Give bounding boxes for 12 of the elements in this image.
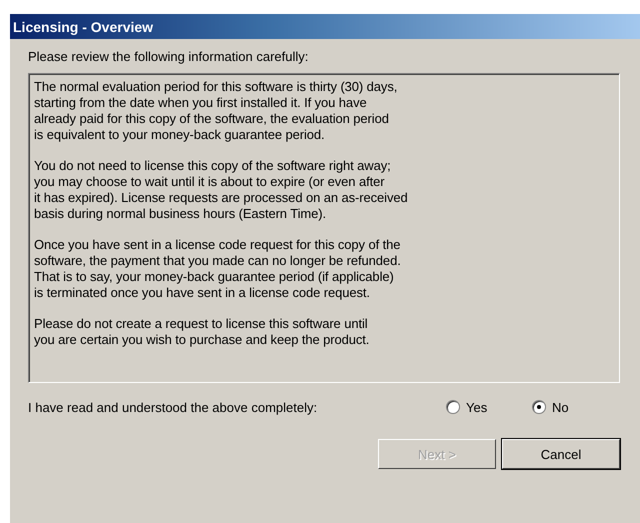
dialog-button[interactable]: Cancel <box>502 439 620 469</box>
radio-icon[interactable] <box>532 400 546 414</box>
question-text: I have read and understood the above completely: <box>28 400 318 414</box>
info-paragraph: You do not need to license this copy of the software right away; you may choose to wait until it is about to expire (or even after it has expired). License requests are processed on an as-received basis during normal business hours (Eastern Time). <box>34 158 409 222</box>
info-paragraph: The normal evaluation period for this software is thirty (30) days, starting from the date when you first installed it. If you have already paid for this copy of the software, the evaluation period is equivalent to your money-back guarantee period. <box>34 79 398 143</box>
radio-option[interactable]: No <box>532 400 618 414</box>
window-title: Licensing - Overview <box>13 18 154 34</box>
radio-option[interactable]: Yes <box>446 400 532 414</box>
info-paragraph: Once you have sent in a license code request for this copy of the software, the payment that you made can no longer be refunded. That is to say, your money-back guarantee period (if applicable) is terminated once you have sent in a license code request. <box>34 237 402 301</box>
intro-text: Please review the following information carefully: <box>28 49 310 64</box>
radio-icon[interactable] <box>446 400 460 414</box>
info-paragraph: Please do not create a request to license this software until you are certain you wish to purchase and keep the product. <box>34 316 370 348</box>
